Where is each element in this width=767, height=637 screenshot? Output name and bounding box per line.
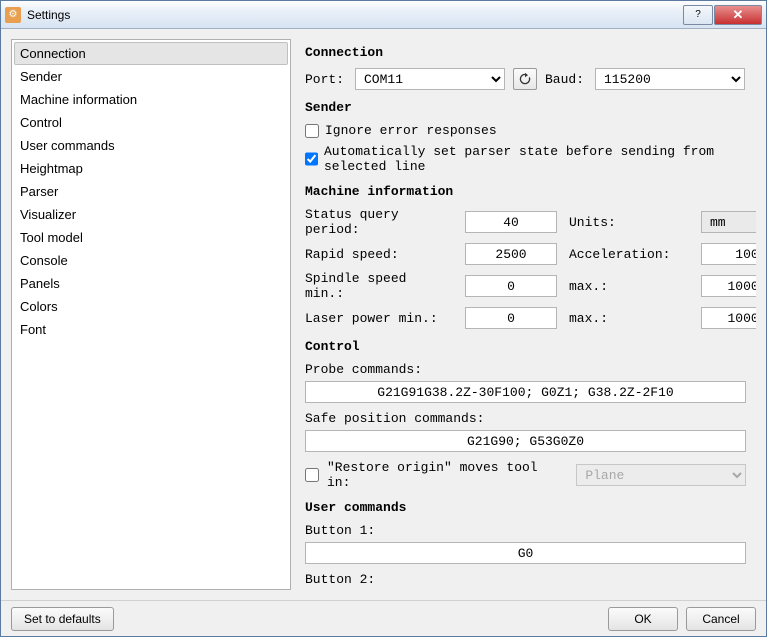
close-button[interactable]: ✕ bbox=[714, 5, 762, 25]
spindle-max-input[interactable] bbox=[701, 275, 756, 297]
ignore-errors-checkbox-row[interactable]: Ignore error responses bbox=[305, 123, 746, 138]
laser-min-input[interactable] bbox=[465, 307, 557, 329]
settings-window: ⚙ Settings ? ✕ Connection Sender Machine… bbox=[0, 0, 767, 637]
restore-plane-select: Plane bbox=[576, 464, 746, 486]
laser-max-label: max.: bbox=[569, 311, 689, 326]
probe-commands-label: Probe commands: bbox=[305, 362, 746, 377]
acceleration-input[interactable] bbox=[701, 243, 756, 265]
sidebar-item-sender[interactable]: Sender bbox=[14, 65, 288, 88]
port-select[interactable]: COM11 bbox=[355, 68, 505, 90]
section-machine-title: Machine information bbox=[305, 184, 746, 199]
port-label: Port: bbox=[305, 72, 347, 87]
content-area: Connection Sender Machine information Co… bbox=[1, 29, 766, 600]
acceleration-label: Acceleration: bbox=[569, 247, 689, 262]
spindle-min-label: Spindle speed min.: bbox=[305, 271, 453, 301]
settings-panel: Connection Port: COM11 Baud: 115200 Send… bbox=[301, 39, 756, 590]
sidebar-item-panels[interactable]: Panels bbox=[14, 272, 288, 295]
units-label: Units: bbox=[569, 215, 689, 230]
button2-label: Button 2: bbox=[305, 572, 746, 587]
restore-origin-label: "Restore origin" moves tool in: bbox=[327, 460, 568, 490]
app-icon: ⚙ bbox=[5, 7, 21, 23]
window-title: Settings bbox=[27, 8, 683, 22]
units-select[interactable]: mm bbox=[701, 211, 756, 233]
sidebar-item-heightmap[interactable]: Heightmap bbox=[14, 157, 288, 180]
probe-commands-input[interactable] bbox=[305, 381, 746, 403]
sidebar-item-font[interactable]: Font bbox=[14, 318, 288, 341]
section-user-commands-title: User commands bbox=[305, 500, 746, 515]
rapid-speed-input[interactable] bbox=[465, 243, 557, 265]
ignore-errors-checkbox[interactable] bbox=[305, 124, 319, 138]
set-defaults-button[interactable]: Set to defaults bbox=[11, 607, 114, 631]
laser-min-label: Laser power min.: bbox=[305, 311, 453, 326]
section-connection-title: Connection bbox=[305, 45, 746, 60]
baud-select[interactable]: 115200 bbox=[595, 68, 745, 90]
section-sender-title: Sender bbox=[305, 100, 746, 115]
sidebar-item-console[interactable]: Console bbox=[14, 249, 288, 272]
sidebar-item-connection[interactable]: Connection bbox=[14, 42, 288, 65]
help-button[interactable]: ? bbox=[683, 5, 713, 25]
sidebar-item-parser[interactable]: Parser bbox=[14, 180, 288, 203]
button1-input[interactable] bbox=[305, 542, 746, 564]
restore-origin-checkbox[interactable] bbox=[305, 468, 319, 482]
button1-label: Button 1: bbox=[305, 523, 746, 538]
sidebar-item-control[interactable]: Control bbox=[14, 111, 288, 134]
refresh-ports-button[interactable] bbox=[513, 68, 537, 90]
category-list[interactable]: Connection Sender Machine information Co… bbox=[11, 39, 291, 590]
spindle-max-label: max.: bbox=[569, 279, 689, 294]
sidebar-item-machine-information[interactable]: Machine information bbox=[14, 88, 288, 111]
sidebar-item-tool-model[interactable]: Tool model bbox=[14, 226, 288, 249]
laser-max-input[interactable] bbox=[701, 307, 756, 329]
ignore-errors-label: Ignore error responses bbox=[325, 123, 497, 138]
section-control-title: Control bbox=[305, 339, 746, 354]
ok-button[interactable]: OK bbox=[608, 607, 678, 631]
baud-label: Baud: bbox=[545, 72, 587, 87]
cancel-button[interactable]: Cancel bbox=[686, 607, 756, 631]
auto-parser-label: Automatically set parser state before se… bbox=[324, 144, 746, 174]
safe-position-input[interactable] bbox=[305, 430, 746, 452]
auto-parser-checkbox-row[interactable]: Automatically set parser state before se… bbox=[305, 144, 746, 174]
refresh-icon bbox=[518, 72, 532, 86]
status-period-input[interactable] bbox=[465, 211, 557, 233]
safe-position-label: Safe position commands: bbox=[305, 411, 746, 426]
sidebar-item-user-commands[interactable]: User commands bbox=[14, 134, 288, 157]
status-period-label: Status query period: bbox=[305, 207, 453, 237]
spindle-min-input[interactable] bbox=[465, 275, 557, 297]
rapid-speed-label: Rapid speed: bbox=[305, 247, 453, 262]
sidebar-item-visualizer[interactable]: Visualizer bbox=[14, 203, 288, 226]
titlebar: ⚙ Settings ? ✕ bbox=[1, 1, 766, 29]
sidebar-item-colors[interactable]: Colors bbox=[14, 295, 288, 318]
footer: Set to defaults OK Cancel bbox=[1, 600, 766, 636]
auto-parser-checkbox[interactable] bbox=[305, 152, 318, 166]
